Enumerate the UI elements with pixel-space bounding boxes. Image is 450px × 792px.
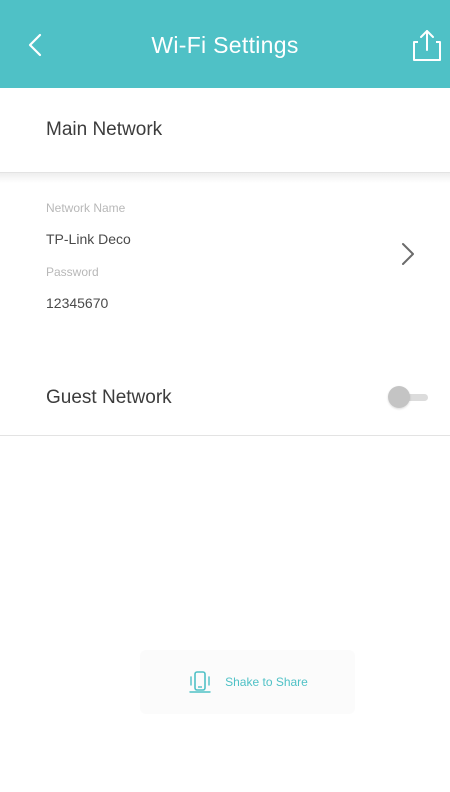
wifi-settings-screen: Wi-Fi Settings Main Network Network Name… <box>0 0 450 792</box>
header-bar: Wi-Fi Settings <box>0 0 450 88</box>
page-title: Wi-Fi Settings <box>151 31 299 58</box>
password-label: Password <box>46 265 99 279</box>
back-button[interactable] <box>18 28 52 62</box>
shake-to-share-button[interactable]: Shake to Share <box>140 650 355 714</box>
network-name-label: Network Name <box>46 201 126 215</box>
shake-to-share-label: Shake to Share <box>225 675 308 689</box>
chevron-right-icon <box>402 243 414 265</box>
main-network-card[interactable]: Network Name TP-Link Deco Password 12345… <box>0 183 450 348</box>
toggle-knob <box>388 386 410 408</box>
guest-network-row: Guest Network <box>0 360 450 436</box>
guest-network-label: Guest Network <box>46 386 172 408</box>
chevron-left-icon <box>28 33 42 57</box>
share-button[interactable] <box>412 26 450 64</box>
guest-network-toggle[interactable] <box>388 386 428 408</box>
share-icon <box>413 30 441 61</box>
main-network-header: Main Network <box>0 88 450 173</box>
password-value: 12345670 <box>46 295 109 311</box>
shake-phone-icon <box>189 671 211 693</box>
section-divider <box>0 173 450 183</box>
network-name-value: TP-Link Deco <box>46 231 131 247</box>
